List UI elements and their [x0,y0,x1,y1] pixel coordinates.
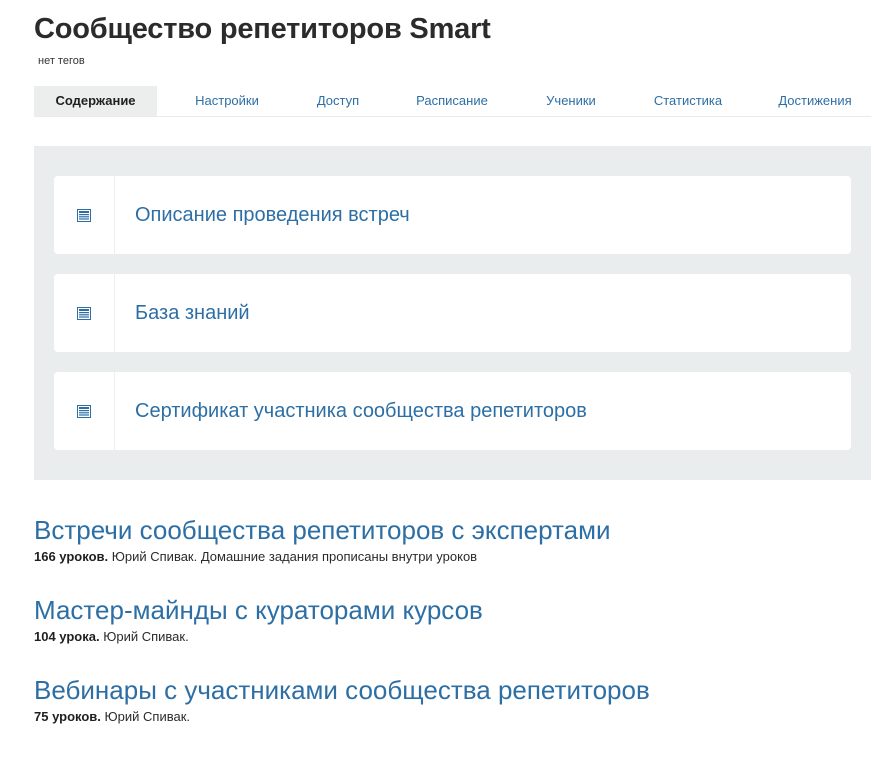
tab-bar: Содержание Настройки Доступ Расписание У… [34,86,871,117]
tab-achievements[interactable]: Достижения [759,86,871,116]
course-info: Юрий Спивак. Домашние задания прописаны … [111,549,478,564]
course-info: Юрий Спивак. [104,709,191,724]
course-info: Юрий Спивак. [103,629,189,644]
course-title-link[interactable]: Мастер-майнды с кураторами курсов [34,595,483,625]
modules-panel: Описание проведения встреч База знаний С… [34,146,871,480]
course-item: Мастер-майнды с кураторами курсов 104 ур… [34,595,483,644]
lesson-count: 104 урока. [34,629,100,644]
course-meta: 104 урока. Юрий Спивак. [34,629,483,644]
course-meta: 75 уроков. Юрий Спивак. [34,709,650,724]
module-item[interactable]: Сертификат участника сообщества репетито… [54,372,851,450]
module-title: Описание проведения встреч [135,203,410,226]
module-title: База знаний [135,301,250,324]
tab-access[interactable]: Доступ [297,86,379,116]
course-item: Вебинары с участниками сообщества репети… [34,675,650,724]
course-title-link[interactable]: Встречи сообщества репетиторов с эксперт… [34,515,611,545]
tab-schedule[interactable]: Расписание [379,86,525,116]
course-meta: 166 уроков. Юрий Спивак. Домашние задани… [34,549,611,564]
page-title: Сообщество репетиторов Smart [34,13,491,45]
document-list-icon [54,176,115,254]
module-title: Сертификат участника сообщества репетито… [135,399,587,422]
document-list-icon [54,274,115,352]
course-item: Встречи сообщества репетиторов с эксперт… [34,515,611,564]
lesson-count: 166 уроков. [34,549,109,564]
tags-note: нет тегов [38,55,85,67]
tab-settings[interactable]: Настройки [157,86,297,116]
lesson-count: 75 уроков. [34,709,101,724]
module-item[interactable]: Описание проведения встреч [54,176,851,254]
tab-students[interactable]: Ученики [525,86,617,116]
module-item[interactable]: База знаний [54,274,851,352]
course-title-link[interactable]: Вебинары с участниками сообщества репети… [34,675,650,705]
tab-content[interactable]: Содержание [34,86,157,116]
document-list-icon [54,372,115,450]
tab-statistics[interactable]: Статистика [617,86,759,116]
